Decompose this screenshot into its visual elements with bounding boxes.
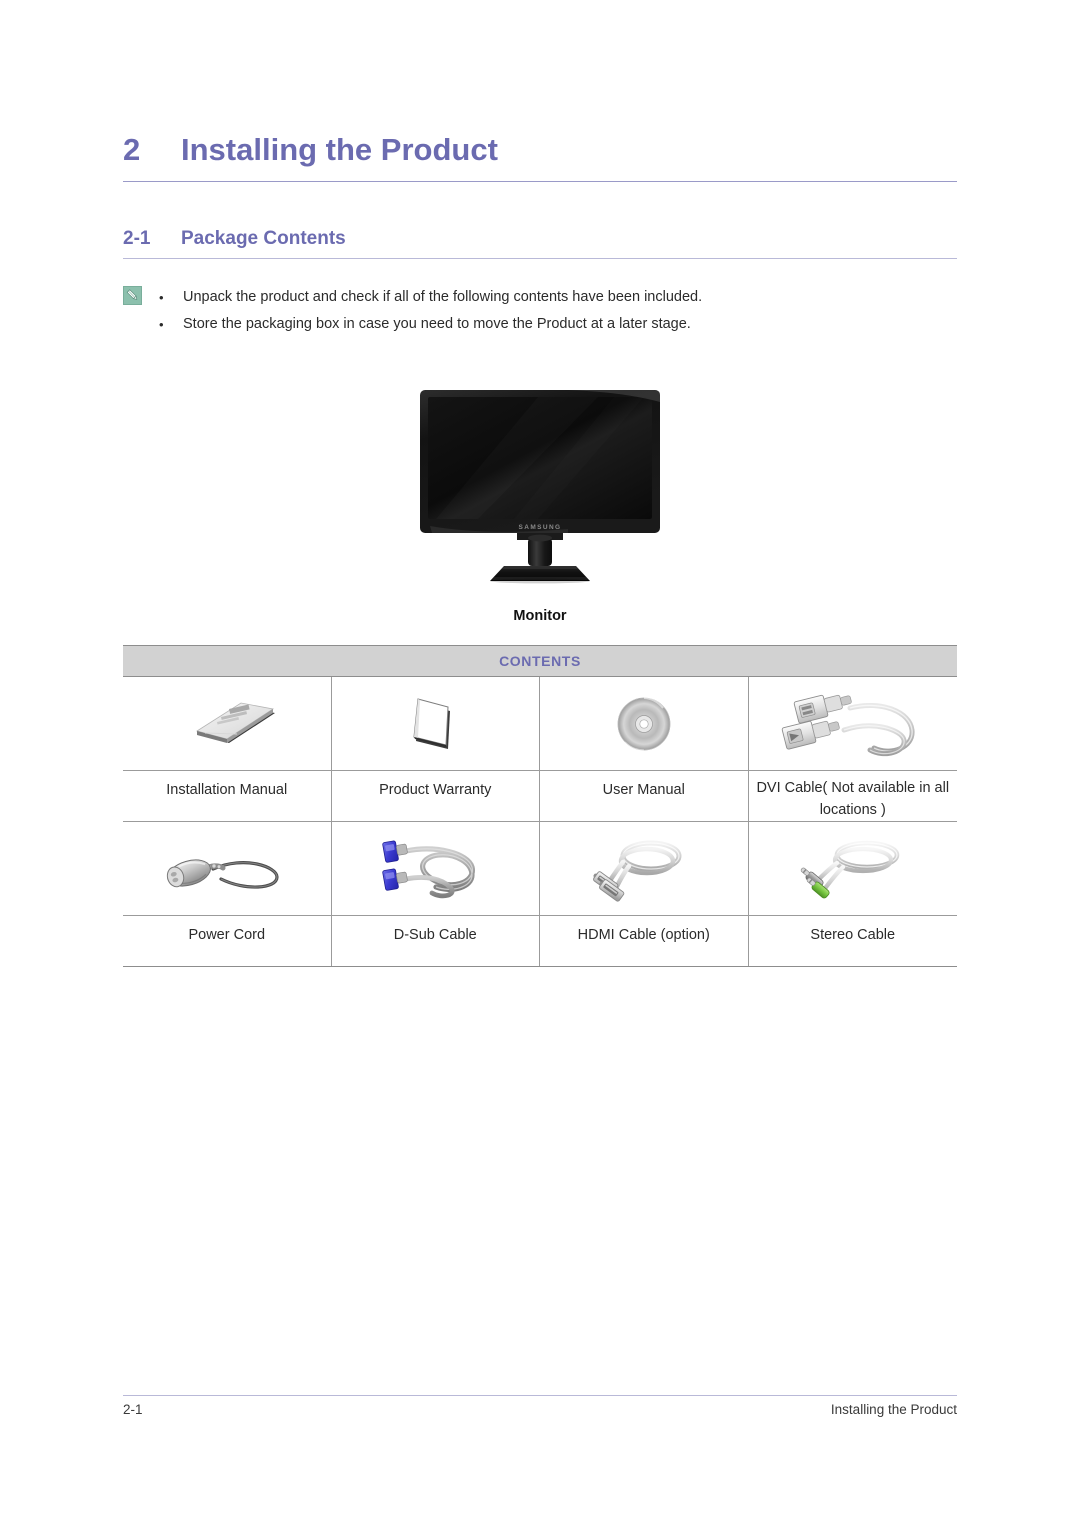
table-cell-image [332, 822, 540, 915]
stereo-cable-icon [800, 840, 900, 898]
table-cell-image [332, 677, 540, 770]
table-cell-label: D-Sub Cable [332, 916, 540, 966]
section-number: 2-1 [123, 228, 151, 249]
table-cell-label: HDMI Cable (option) [540, 916, 749, 966]
page-footer: 2-1 Installing the Product [123, 1402, 957, 1417]
hero-caption: Monitor [513, 608, 567, 624]
table-cell-image [123, 822, 332, 915]
table-row [123, 677, 957, 770]
samsung-monitor-illustration: SAMSUNG [418, 386, 662, 584]
table-cell-image [540, 677, 749, 770]
dvi-cable-icon [781, 694, 915, 756]
d-sub-cable-icon [382, 840, 476, 898]
contents-table: CONTENTS Installation Manual Product War… [123, 645, 957, 967]
table-cell-image [749, 822, 958, 915]
document-page: 2 Installing the Product 2-1 Package Con… [0, 0, 1080, 1527]
section-title: Package Contents [181, 228, 346, 249]
section-heading: 2-1 Package Contents [123, 228, 957, 250]
table-cell-image [749, 677, 958, 770]
chapter-number: 2 [123, 132, 141, 167]
installation-manual-icon [195, 702, 275, 743]
note-pencil-icon [123, 286, 142, 305]
user-manual-cd-icon [617, 696, 671, 751]
table-row: Power Cord D-Sub Cable HDMI Cable (optio… [123, 916, 957, 966]
bullet-glyph: • [159, 290, 164, 305]
table-cell-label: User Manual [540, 771, 749, 821]
note-text: Store the packaging box in case you need… [183, 316, 691, 332]
note-line: • Store the packaging box in case you ne… [159, 311, 957, 338]
svg-text:SAMSUNG: SAMSUNG [518, 524, 561, 531]
chapter-divider [123, 181, 957, 182]
table-cell-label: Power Cord [123, 916, 332, 966]
table-cell-label: DVI Cable( Not available in all location… [756, 780, 950, 818]
chapter-heading: 2 Installing the Product [123, 132, 957, 168]
contents-banner: CONTENTS [123, 646, 957, 677]
table-bottom-border [123, 966, 957, 967]
power-cord-icon [166, 858, 279, 889]
table-cell-image [540, 822, 749, 915]
chapter-title: Installing the Product [181, 132, 498, 167]
contents-banner-label: CONTENTS [499, 653, 581, 669]
footer-section-name: Installing the Product [830, 1402, 957, 1417]
footer-page-number: 2-1 [123, 1402, 143, 1417]
hdmi-cable-icon [592, 840, 682, 902]
section-divider [123, 258, 957, 259]
bullet-glyph: • [159, 317, 164, 332]
note-line: • Unpack the product and check if all of… [159, 284, 957, 311]
product-warranty-icon [413, 697, 451, 749]
table-row [123, 822, 957, 915]
note-text: Unpack the product and check if all of t… [183, 289, 703, 305]
note-lines: • Unpack the product and check if all of… [159, 284, 957, 338]
footer-divider [123, 1395, 957, 1396]
table-cell-label: Stereo Cable [810, 927, 896, 943]
table-row: Installation Manual Product Warranty Use… [123, 771, 957, 821]
table-cell-label: Product Warranty [332, 771, 540, 821]
table-cell-image [123, 677, 332, 770]
note-block: • Unpack the product and check if all of… [123, 284, 957, 338]
table-cell-label: Installation Manual [123, 771, 332, 821]
